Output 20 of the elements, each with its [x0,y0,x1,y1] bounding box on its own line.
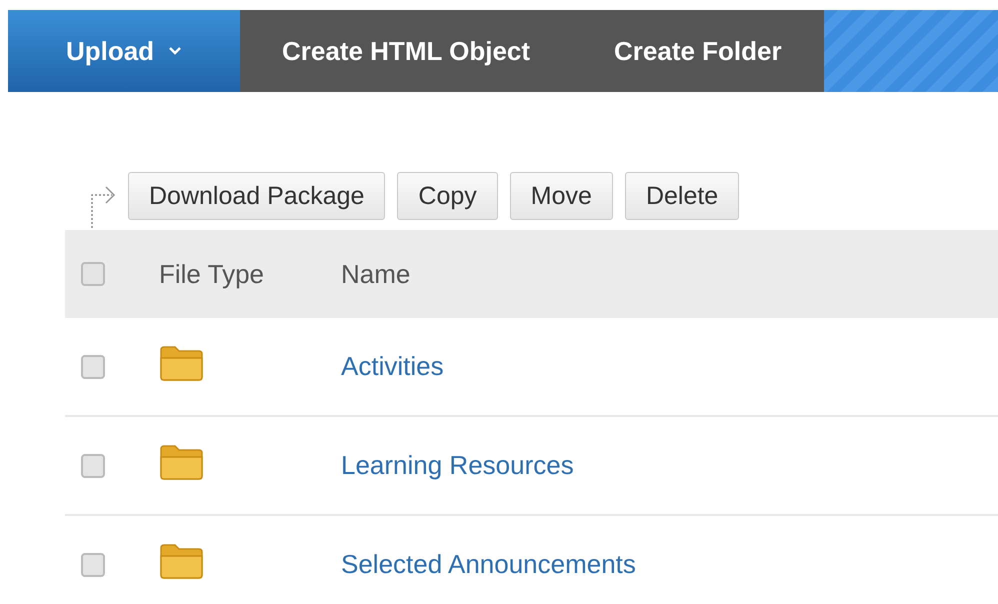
action-button[interactable]: Delete [624,172,740,220]
folder-link[interactable]: Selected Announcements [341,549,636,579]
column-header: File Type [159,258,264,288]
folder-icon [159,443,205,481]
folder-icon [159,344,205,382]
upload-menu-button[interactable]: Upload [8,10,240,92]
folder-link[interactable]: Activities [341,351,444,381]
chevron-down-icon [168,46,182,56]
action-button[interactable]: Move [510,172,613,220]
row-checkbox[interactable] [81,354,105,378]
row-checkbox[interactable] [81,552,105,576]
toolbar-button[interactable]: Create Folder [572,10,824,92]
toolbar-button[interactable]: Create HTML Object [240,10,572,92]
action-button[interactable]: Download Package [128,172,386,220]
row-checkbox[interactable] [81,454,105,478]
folder-icon [159,542,205,580]
folder-link[interactable]: Learning Resources [341,450,574,480]
column-header: Name [341,258,410,288]
select-all-checkbox[interactable] [81,262,105,286]
action-button[interactable]: Copy [397,172,498,220]
